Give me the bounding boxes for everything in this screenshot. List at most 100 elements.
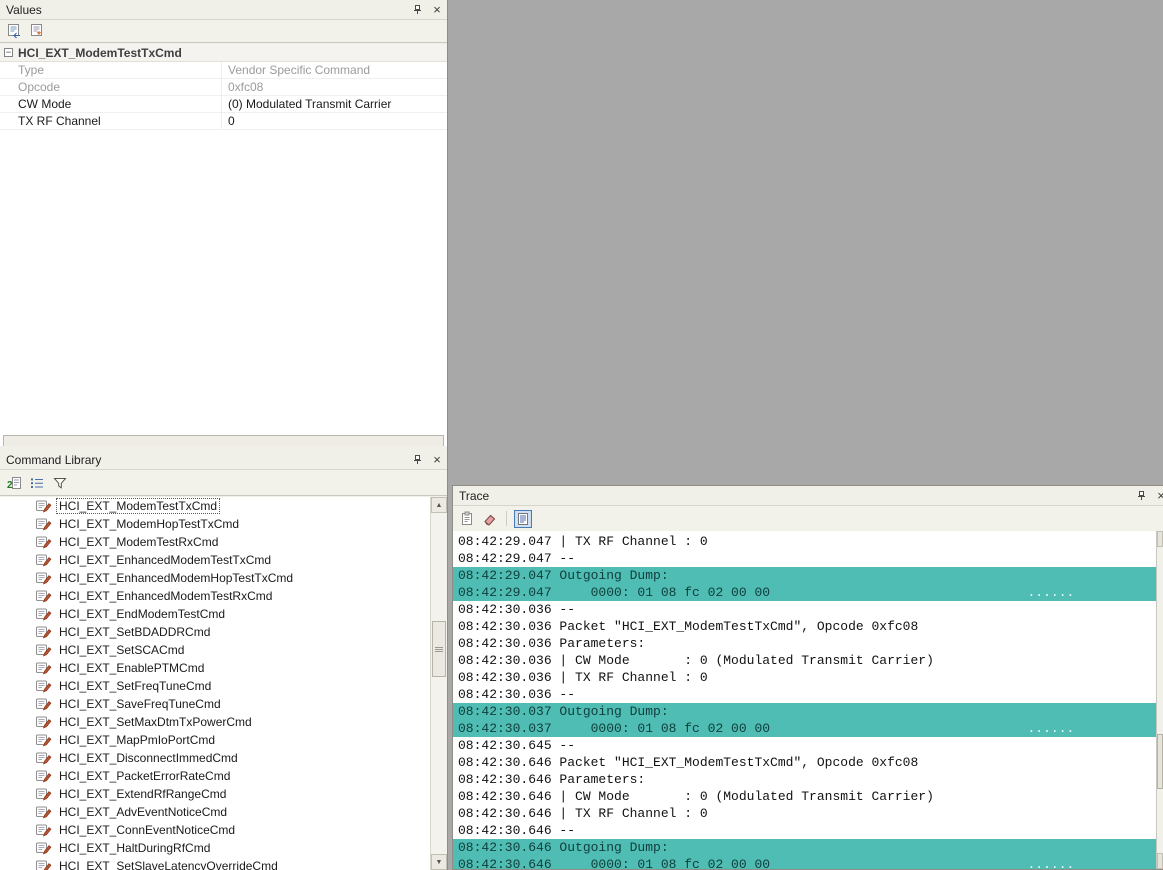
svg-text:*: * (37, 30, 41, 39)
scroll-up-button[interactable] (1157, 531, 1163, 547)
command-list-item[interactable]: HCI_EXT_PacketErrorRateCmd (0, 767, 447, 785)
command-list-item[interactable]: HCI_EXT_SetSCACmd (0, 641, 447, 659)
command-list-item[interactable]: HCI_EXT_EnhancedModemTestRxCmd (0, 587, 447, 605)
command-list-item[interactable]: HCI_EXT_SetFreqTuneCmd (0, 677, 447, 695)
command-icon (36, 499, 52, 513)
toolbar-separator (506, 511, 507, 526)
trace-line[interactable]: 08:42:30.646 Packet "HCI_EXT_ModemTestTx… (453, 754, 1163, 771)
pin-icon[interactable] (1133, 488, 1149, 503)
trace-line[interactable]: 08:42:30.036 -- (453, 601, 1163, 618)
trace-line-text: 08:42:29.047 0000: 01 08 fc 02 00 00 (458, 585, 771, 600)
scroll-down-button[interactable] (1157, 853, 1163, 869)
trace-line[interactable]: 08:42:30.036 | TX RF Channel : 0 (453, 669, 1163, 686)
default-values-icon[interactable]: * (28, 22, 46, 40)
close-icon[interactable]: × (429, 2, 445, 17)
command-icon (36, 607, 52, 621)
command-label: HCI_EXT_EnhancedModemTestRxCmd (59, 589, 273, 603)
command-list-item[interactable]: HCI_EXT_ModemTestRxCmd (0, 533, 447, 551)
trace-line[interactable]: 08:42:30.036 | CW Mode : 0 (Modulated Tr… (453, 652, 1163, 669)
command-icon (36, 517, 52, 531)
trace-line[interactable]: 08:42:30.646 Parameters: (453, 771, 1163, 788)
trace-line[interactable]: 08:42:30.646 | TX RF Channel : 0 (453, 805, 1163, 822)
property-value[interactable]: 0xfc08 (222, 79, 447, 95)
details-list-icon[interactable] (28, 474, 46, 492)
trace-line-text: 08:42:30.036 -- (458, 687, 576, 702)
trace-line[interactable]: 08:42:29.047 Outgoing Dump: (453, 567, 1163, 584)
hex-dump-toggle-icon[interactable] (514, 509, 532, 528)
command-list-item[interactable]: HCI_EXT_ExtendRfRangeCmd (0, 785, 447, 803)
property-name: TX RF Channel (0, 113, 222, 129)
command-list-item[interactable]: HCI_EXT_SetMaxDtmTxPowerCmd (0, 713, 447, 731)
command-list-item[interactable]: HCI_EXT_DisconnectImmedCmd (0, 749, 447, 767)
command-label: HCI_EXT_SaveFreqTuneCmd (59, 697, 221, 711)
trace-line[interactable]: 08:42:30.037 0000: 01 08 fc 02 00 00 ...… (453, 720, 1163, 737)
trace-line[interactable]: 08:42:29.047 -- (453, 550, 1163, 567)
filter-icon (53, 477, 67, 489)
collapse-expander-icon[interactable]: − (4, 48, 13, 57)
trace-line[interactable]: 08:42:29.047 0000: 01 08 fc 02 00 00 ...… (453, 584, 1163, 601)
trace-line[interactable]: 08:42:30.646 0000: 01 08 fc 02 00 00 ...… (453, 856, 1163, 869)
trace-vertical-scrollbar[interactable] (1156, 531, 1163, 869)
filter-icon[interactable] (51, 474, 69, 492)
command-list-item[interactable]: HCI_EXT_SetSlaveLatencyOverrideCmd (0, 857, 447, 870)
description-box (3, 435, 444, 446)
command-list-item[interactable]: HCI_EXT_EnhancedModemTestTxCmd (0, 551, 447, 569)
command-list-item[interactable]: HCI_EXT_EndModemTestCmd (0, 605, 447, 623)
trace-line[interactable]: 08:42:30.036 Packet "HCI_EXT_ModemTestTx… (453, 618, 1163, 635)
command-list-item[interactable]: HCI_EXT_ModemHopTestTxCmd (0, 515, 447, 533)
trace-line-text: 08:42:29.047 -- (458, 551, 576, 566)
vertical-scrollbar[interactable]: ▲ ▼ (430, 497, 447, 870)
values-titlebar[interactable]: Values × (0, 0, 447, 20)
clear-trace-icon[interactable] (481, 510, 499, 528)
numbered-view-icon[interactable]: 2 (5, 474, 23, 492)
command-list-item[interactable]: HCI_EXT_ConnEventNoticeCmd (0, 821, 447, 839)
command-label: HCI_EXT_SetFreqTuneCmd (59, 679, 212, 693)
values-toolbar: * (0, 20, 447, 43)
property-name: CW Mode (0, 96, 222, 112)
scroll-thumb[interactable] (432, 621, 446, 677)
property-value[interactable]: 0 (222, 113, 447, 129)
trace-line[interactable]: 08:42:29.047 | TX RF Channel : 0 (453, 533, 1163, 550)
clipboard-icon[interactable] (458, 510, 476, 528)
trace-line[interactable]: 08:42:30.646 -- (453, 822, 1163, 839)
trace-line[interactable]: 08:42:30.646 Outgoing Dump: (453, 839, 1163, 856)
close-icon[interactable]: × (429, 452, 445, 467)
trace-line[interactable]: 08:42:30.645 -- (453, 737, 1163, 754)
command-list-item[interactable]: HCI_EXT_SetBDADDRCmd (0, 623, 447, 641)
command-label: HCI_EXT_MapPmIoPortCmd (59, 733, 216, 747)
command-label: HCI_EXT_ModemTestTxCmd (55, 498, 221, 514)
command-list-item[interactable]: HCI_EXT_SaveFreqTuneCmd (0, 695, 447, 713)
command-library-titlebar[interactable]: Command Library × (0, 450, 447, 470)
command-label: HCI_EXT_EndModemTestCmd (59, 607, 226, 621)
left-dock: Values × * − HCI_EXT_ModemTestTxCmd Type… (0, 0, 448, 870)
command-list-item[interactable]: HCI_EXT_AdvEventNoticeCmd (0, 803, 447, 821)
command-icon (36, 625, 52, 639)
trace-line[interactable]: 08:42:30.037 Outgoing Dump: (453, 703, 1163, 720)
trace-titlebar[interactable]: Trace × (453, 486, 1163, 506)
scroll-up-button[interactable]: ▲ (431, 497, 447, 513)
close-icon[interactable]: × (1153, 488, 1163, 503)
command-list-item[interactable]: HCI_EXT_MapPmIoPortCmd (0, 731, 447, 749)
property-group-header[interactable]: − HCI_EXT_ModemTestTxCmd (0, 44, 447, 62)
pin-icon[interactable] (409, 2, 425, 17)
trace-line[interactable]: 08:42:30.036 -- (453, 686, 1163, 703)
command-label: HCI_EXT_EnablePTMCmd (59, 661, 205, 675)
apply-values-icon[interactable] (5, 22, 23, 40)
trace-log[interactable]: 08:42:29.047 | TX RF Channel : 0 08:42:29… (453, 531, 1163, 869)
command-list-item[interactable]: HCI_EXT_EnablePTMCmd (0, 659, 447, 677)
command-list-item[interactable]: HCI_EXT_EnhancedModemHopTestTxCmd (0, 569, 447, 587)
trace-line[interactable]: 08:42:30.646 | CW Mode : 0 (Modulated Tr… (453, 788, 1163, 805)
scroll-down-button[interactable]: ▼ (431, 854, 447, 870)
default-values-icon: * (31, 24, 42, 39)
trace-line[interactable]: 08:42:30.036 Parameters: (453, 635, 1163, 652)
command-icon (36, 787, 52, 801)
command-list[interactable]: HCI_EXT_ModemTestTxCmd HCI_EXT_ModemHopT… (0, 497, 447, 870)
trace-line-text: 08:42:30.036 | CW Mode : 0 (Modulated Tr… (458, 653, 934, 668)
command-list-item[interactable]: HCI_EXT_HaltDuringRfCmd (0, 839, 447, 857)
pin-icon[interactable] (409, 452, 425, 467)
scroll-thumb[interactable] (1157, 734, 1163, 789)
property-value[interactable]: (0) Modulated Transmit Carrier (222, 96, 447, 112)
property-value[interactable]: Vendor Specific Command (222, 62, 447, 78)
trace-line-text: 08:42:30.036 Packet "HCI_EXT_ModemTestTx… (458, 619, 919, 634)
command-list-item[interactable]: HCI_EXT_ModemTestTxCmd (0, 497, 447, 515)
